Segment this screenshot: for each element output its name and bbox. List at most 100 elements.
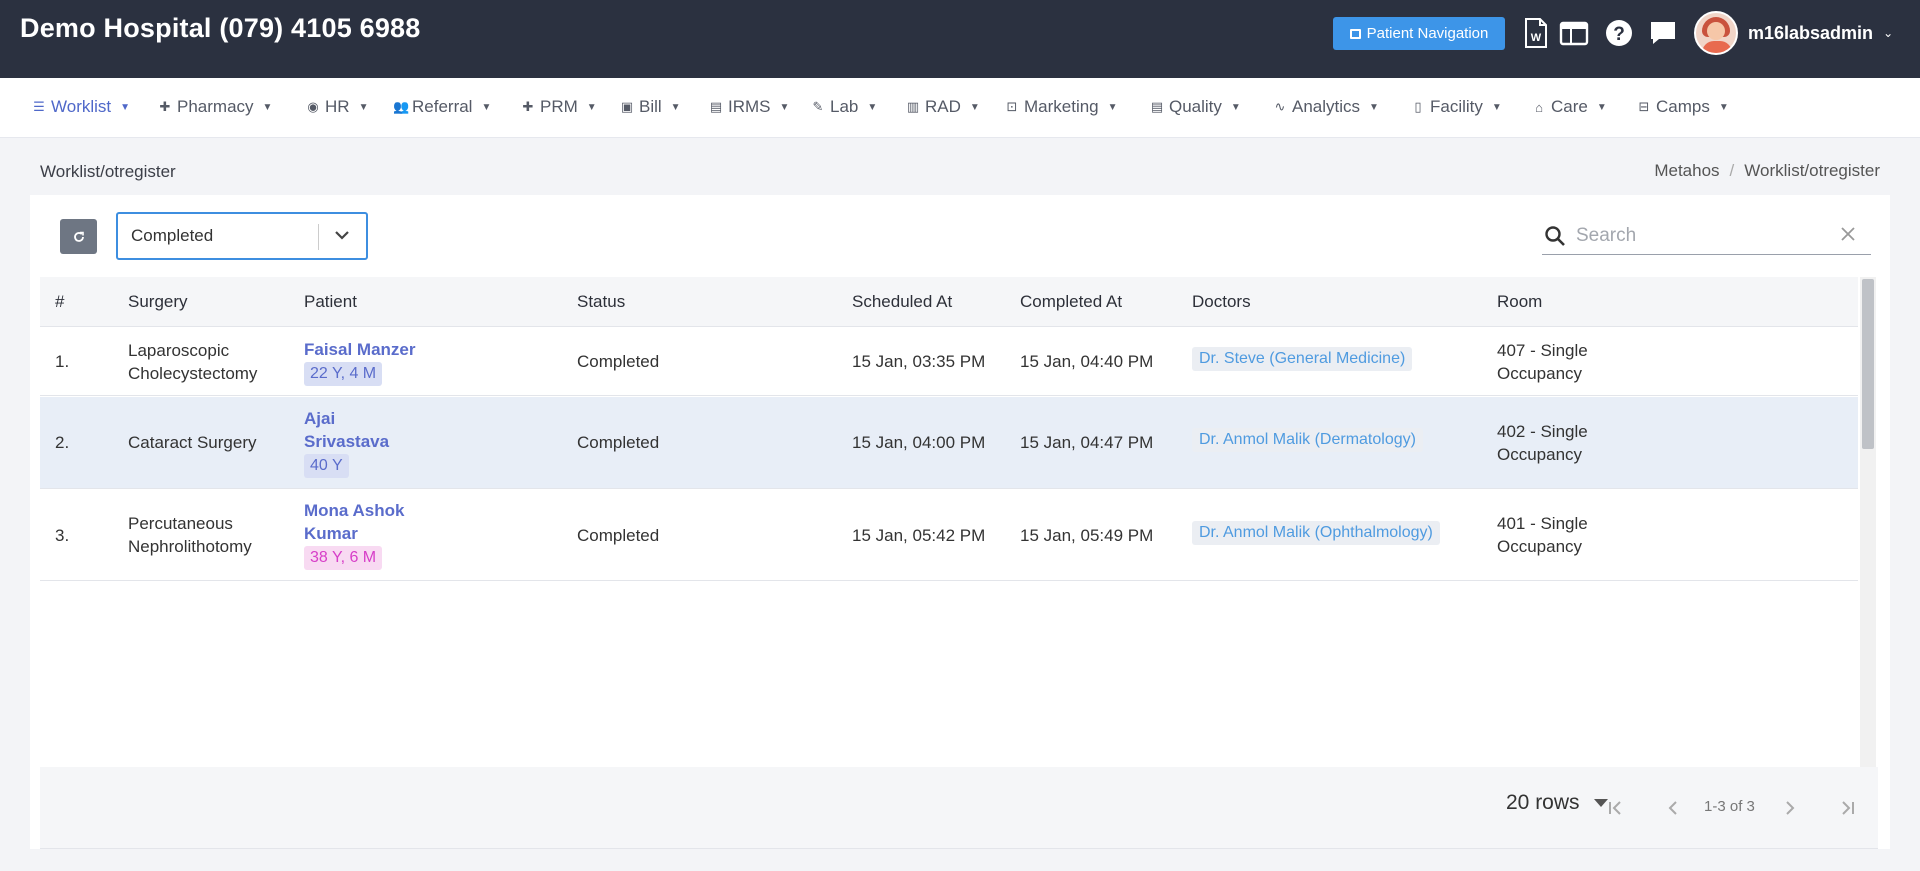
last-page-icon bbox=[1842, 801, 1854, 815]
prev-page-button[interactable] bbox=[1662, 797, 1684, 819]
doctor-badge[interactable]: Dr. Anmol Malik (Dermatology) bbox=[1192, 428, 1423, 452]
dropdown-caret-icon: ▼ bbox=[1718, 101, 1729, 113]
word-document-icon[interactable]: W bbox=[1520, 17, 1552, 49]
breadcrumb-metahos[interactable]: Metahos bbox=[1654, 161, 1719, 181]
nav-bill[interactable]: ▣ Bill ▼ bbox=[620, 97, 681, 117]
rows-per-page-select[interactable]: 20 rows bbox=[1506, 791, 1608, 815]
nav-label: RAD bbox=[925, 97, 961, 116]
col-completed-at[interactable]: Completed At bbox=[1020, 292, 1122, 312]
dropdown-caret-icon: ▼ bbox=[1596, 101, 1607, 113]
row-number: 1. bbox=[55, 352, 70, 371]
window-icon[interactable] bbox=[1558, 17, 1590, 49]
building-icon: ▯ bbox=[1414, 99, 1422, 114]
status-select[interactable]: Completed bbox=[116, 212, 368, 260]
user-menu[interactable]: m16labsadmin ⌄ bbox=[1694, 11, 1893, 55]
nav-irms[interactable]: ▤ IRMS ▼ bbox=[709, 97, 790, 117]
patient-navigation-label: Patient Navigation bbox=[1366, 25, 1489, 42]
patient-name-link[interactable]: Faisal Manzer bbox=[304, 338, 416, 361]
nav-label: IRMS bbox=[728, 97, 771, 116]
col-scheduled-at[interactable]: Scheduled At bbox=[852, 292, 952, 312]
nav-label: Lab bbox=[830, 97, 859, 116]
refresh-button[interactable] bbox=[60, 219, 97, 254]
next-page-button[interactable] bbox=[1779, 797, 1801, 819]
room-line: 402 - Single bbox=[1497, 422, 1588, 441]
pulse-icon: ∿ bbox=[1274, 99, 1286, 114]
patient-name-link[interactable]: Mona Ashok bbox=[304, 499, 404, 522]
scrollbar-thumb[interactable] bbox=[1862, 279, 1874, 449]
chat-icon[interactable] bbox=[1647, 17, 1679, 49]
dropdown-caret-icon: ▼ bbox=[969, 101, 980, 113]
status-select-value: Completed bbox=[131, 226, 214, 245]
nav-prm[interactable]: ✚ PRM ▼ bbox=[521, 97, 597, 117]
col-doctors[interactable]: Doctors bbox=[1192, 292, 1251, 312]
patient-cell: Ajai Srivastava 40 Y bbox=[304, 407, 389, 478]
nav-marketing[interactable]: ⊡ Marketing ▼ bbox=[1005, 97, 1118, 117]
doctor-badge[interactable]: Dr. Anmol Malik (Ophthalmology) bbox=[1192, 521, 1440, 545]
table-footer: 20 rows 1-3 of 3 bbox=[40, 767, 1878, 849]
nav-worklist[interactable]: ☰ Worklist ▼ bbox=[32, 97, 130, 117]
patient-name-link[interactable]: Ajai bbox=[304, 407, 389, 430]
nav-rad[interactable]: ▥ RAD ▼ bbox=[906, 97, 980, 117]
nav-label: Worklist bbox=[51, 97, 112, 116]
dropdown-caret-icon: ▼ bbox=[120, 101, 131, 113]
svg-text:W: W bbox=[1531, 32, 1542, 44]
plus-icon: ✚ bbox=[522, 99, 534, 114]
patient-name-link[interactable]: Kumar bbox=[304, 522, 404, 545]
patient-cell: Faisal Manzer 22 Y, 4 M bbox=[304, 338, 416, 386]
doctor-cell: Dr. Steve (General Medicine) bbox=[1192, 346, 1413, 371]
film-icon: ▥ bbox=[906, 99, 920, 114]
svg-text:?: ? bbox=[1613, 24, 1625, 45]
completed-at: 15 Jan, 05:49 PM bbox=[1020, 526, 1154, 545]
nav-analytics[interactable]: ∿ Analytics ▼ bbox=[1273, 97, 1379, 117]
bag-icon: ⊡ bbox=[1006, 99, 1018, 114]
surgery-line: Cataract Surgery bbox=[128, 433, 257, 452]
rows-per-page-value: 20 rows bbox=[1506, 791, 1580, 814]
breadcrumb: Metahos / Worklist/otregister bbox=[1654, 161, 1880, 181]
nav-facility[interactable]: ▯ Facility ▼ bbox=[1411, 97, 1502, 117]
briefcase-icon: ⊟ bbox=[1638, 99, 1650, 114]
chevron-left-icon bbox=[1668, 801, 1677, 815]
col-patient[interactable]: Patient bbox=[304, 292, 357, 312]
room-cell: 401 - Single Occupancy bbox=[1497, 512, 1588, 558]
nav-label: PRM bbox=[540, 97, 578, 116]
patient-name-link[interactable]: Srivastava bbox=[304, 430, 389, 453]
nav-care[interactable]: ⌂ Care ▼ bbox=[1532, 97, 1607, 117]
user-circle-icon: ◉ bbox=[307, 99, 319, 114]
hospital-title: Demo Hospital (079) 4105 6988 bbox=[20, 13, 421, 43]
dropdown-caret-icon: ▼ bbox=[262, 101, 273, 113]
nav-hr[interactable]: ◉ HR ▼ bbox=[306, 97, 368, 117]
first-page-button[interactable] bbox=[1605, 797, 1627, 819]
dropdown-caret-icon: ▼ bbox=[1491, 101, 1502, 113]
copy-icon bbox=[1349, 28, 1361, 39]
completed-at: 15 Jan, 04:40 PM bbox=[1020, 352, 1154, 371]
col-surgery[interactable]: Surgery bbox=[128, 292, 188, 312]
last-page-button[interactable] bbox=[1836, 797, 1858, 819]
search-input[interactable] bbox=[1576, 222, 1826, 250]
col-room[interactable]: Room bbox=[1497, 292, 1542, 312]
nav-pharmacy[interactable]: ✚ Pharmacy ▼ bbox=[158, 97, 273, 117]
nav-label: Marketing bbox=[1024, 97, 1099, 116]
nav-label: Quality bbox=[1169, 97, 1222, 116]
nav-camps[interactable]: ⊟ Camps ▼ bbox=[1637, 97, 1729, 117]
dropdown-caret-icon: ▼ bbox=[586, 101, 597, 113]
status-text: Completed bbox=[577, 433, 660, 452]
table-row[interactable]: 1. Laparoscopic Cholecystectomy Faisal M… bbox=[40, 328, 1858, 396]
status-text: Completed bbox=[577, 526, 660, 545]
nav-quality[interactable]: ▤ Quality ▼ bbox=[1150, 97, 1241, 117]
nav-referral[interactable]: 👥 Referral ▼ bbox=[393, 97, 491, 117]
table-row[interactable]: 3. Percutaneous Nephrolithotomy Mona Ash… bbox=[40, 490, 1858, 581]
status-text: Completed bbox=[577, 352, 660, 371]
table-scrollbar[interactable] bbox=[1860, 277, 1876, 772]
table-row[interactable]: 2. Cataract Surgery Ajai Srivastava 40 Y… bbox=[40, 397, 1858, 489]
patient-navigation-button[interactable]: Patient Navigation bbox=[1333, 17, 1505, 50]
nav-label: Facility bbox=[1430, 97, 1483, 116]
help-icon[interactable]: ? bbox=[1603, 17, 1635, 49]
nav-lab[interactable]: ✎ Lab ▼ bbox=[811, 97, 878, 117]
col-status[interactable]: Status bbox=[577, 292, 625, 312]
room-line: Occupancy bbox=[1497, 364, 1583, 383]
close-icon[interactable] bbox=[1839, 225, 1857, 248]
doctor-badge[interactable]: Dr. Steve (General Medicine) bbox=[1192, 347, 1413, 371]
scheduled-at: 15 Jan, 05:42 PM bbox=[852, 526, 986, 545]
room-line: 407 - Single bbox=[1497, 341, 1588, 360]
doctor-cell: Dr. Anmol Malik (Dermatology) bbox=[1192, 427, 1423, 452]
